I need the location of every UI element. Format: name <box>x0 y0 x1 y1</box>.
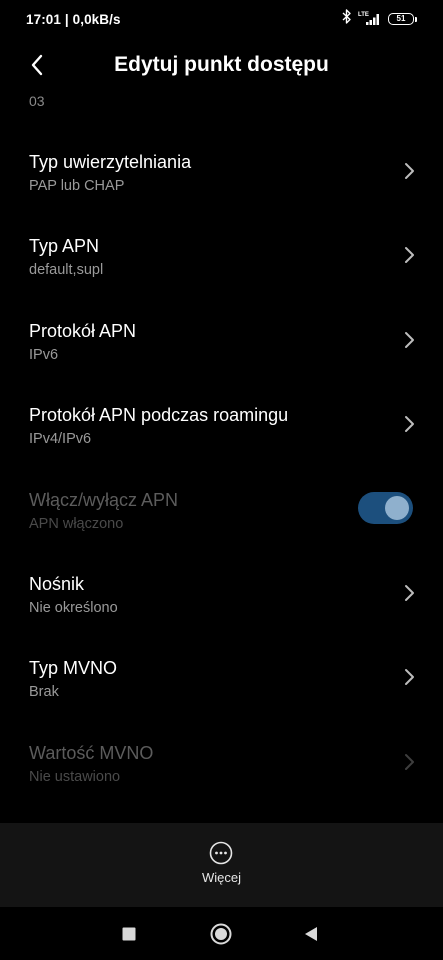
status-bar: 17:01 | 0,0kB/s LTE 51 <box>0 0 443 38</box>
battery-level: 51 <box>388 13 414 25</box>
square-recents-icon <box>122 927 136 941</box>
setting-title: Włącz/wyłącz APN <box>29 490 179 510</box>
setting-title: Nośnik <box>29 574 85 594</box>
setting-title: Protokół APN podczas roamingu <box>29 405 289 425</box>
status-time-speed: 17:01 | 0,0kB/s <box>26 11 121 27</box>
signal-icon: LTE <box>358 12 382 26</box>
setting-value: IPv4/IPv6 <box>29 431 92 447</box>
header: Edytuj punkt dostępu <box>0 40 443 90</box>
setting-bearer[interactable]: Nośnik Nie określono <box>0 574 443 658</box>
setting-value: IPv6 <box>29 347 59 363</box>
setting-value: Nie określono <box>29 600 118 616</box>
action-bar: Więcej <box>0 823 443 907</box>
nav-back-button[interactable] <box>298 921 324 947</box>
home-button[interactable] <box>208 921 234 947</box>
navigation-bar <box>0 907 443 960</box>
setting-title: Typ uwierzytelniania <box>29 152 192 172</box>
chevron-right-icon <box>405 754 414 770</box>
circle-home-icon <box>210 923 232 945</box>
setting-auth-type[interactable]: Typ uwierzytelniania PAP lub CHAP <box>0 152 443 236</box>
setting-apn-roaming-protocol[interactable]: Protokół APN podczas roamingu IPv4/IPv6 <box>0 405 443 489</box>
page-title: Edytuj punkt dostępu <box>114 53 329 76</box>
more-dots-icon <box>210 841 233 865</box>
setting-value: Brak <box>29 684 59 700</box>
setting-value: PAP lub CHAP <box>29 178 125 194</box>
back-arrow-icon <box>31 54 43 76</box>
setting-value: APN włączono <box>29 516 124 532</box>
setting-mvno-type[interactable]: Typ MVNO Brak <box>0 658 443 742</box>
setting-mvno-value: Wartość MVNO Nie ustawiono <box>0 743 443 827</box>
setting-value: default,supl <box>29 262 104 278</box>
setting-value: Nie ustawiono <box>29 769 121 785</box>
bluetooth-icon <box>342 9 352 29</box>
chevron-right-icon <box>405 669 414 685</box>
chevron-right-icon <box>405 416 414 432</box>
setting-title: Wartość MVNO <box>29 743 154 763</box>
more-button[interactable]: Więcej <box>202 841 241 907</box>
back-button[interactable] <box>22 50 52 80</box>
chevron-right-icon <box>405 332 414 348</box>
triangle-back-icon <box>305 927 317 941</box>
setting-apn-type[interactable]: Typ APN default,supl <box>0 236 443 320</box>
setting-apn-protocol[interactable]: Protokół APN IPv6 <box>0 321 443 405</box>
setting-title: Protokół APN <box>29 321 137 341</box>
battery-icon: 51 <box>388 13 417 25</box>
chevron-right-icon <box>405 585 414 601</box>
setting-apn-enable: Włącz/wyłącz APN APN włączono <box>0 490 443 574</box>
recents-button[interactable] <box>116 921 142 947</box>
setting-title: Typ APN <box>29 236 100 256</box>
chevron-right-icon <box>405 247 414 263</box>
more-label: Więcej <box>201 870 241 885</box>
chevron-right-icon <box>405 163 414 179</box>
status-icons: LTE 51 <box>342 9 417 29</box>
partial-value: 03 <box>29 93 45 109</box>
apn-enable-toggle[interactable] <box>358 492 413 524</box>
toggle-knob <box>385 496 409 520</box>
setting-title: Typ MVNO <box>29 658 118 678</box>
